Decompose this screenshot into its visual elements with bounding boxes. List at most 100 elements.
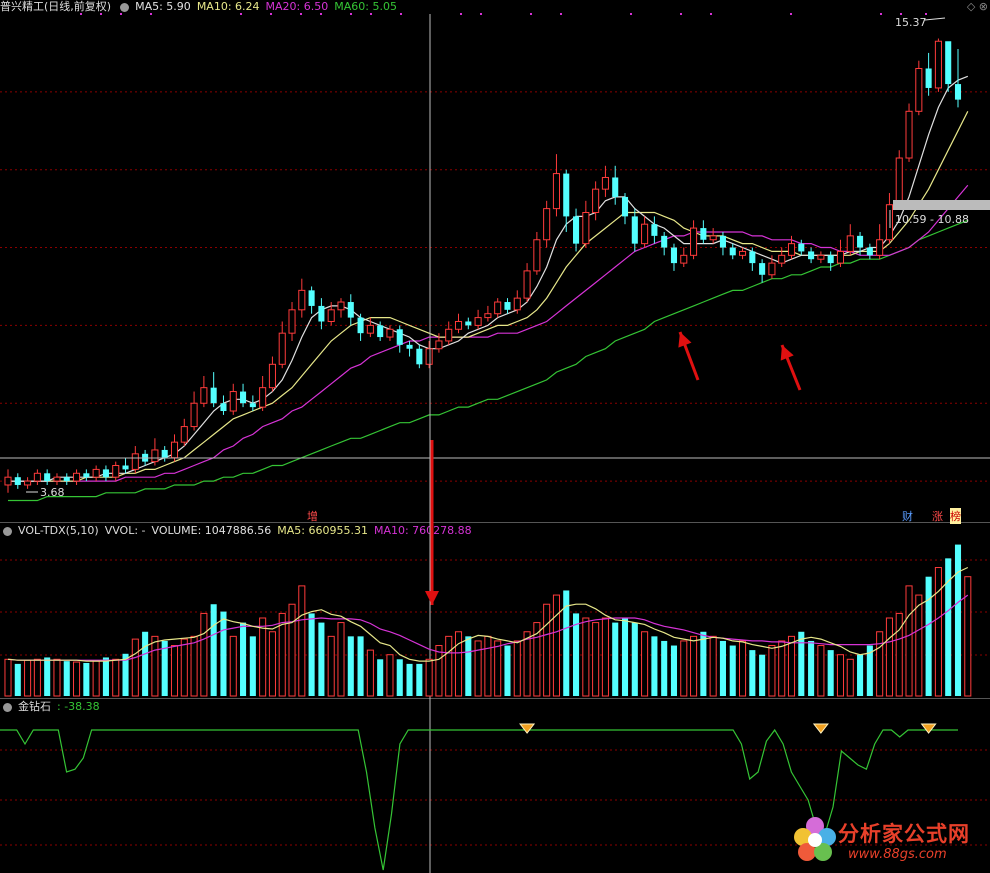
event-tag[interactable]: 增 — [307, 508, 318, 524]
candle-body — [778, 254, 786, 264]
volume-bar — [180, 638, 188, 697]
top-marker — [880, 13, 882, 15]
volume-bar — [14, 663, 21, 696]
cursor-price-label: 10.59 - 10.88 — [895, 213, 969, 226]
candle-body — [885, 204, 893, 241]
volume-bar — [190, 635, 198, 697]
candle-body — [102, 469, 109, 478]
volume-bar — [787, 635, 796, 697]
candle-body — [563, 173, 570, 217]
candle-body — [259, 387, 267, 408]
volume-bar — [454, 631, 463, 697]
candle-body — [220, 403, 227, 412]
volume-bar — [934, 567, 942, 697]
volume-bar — [298, 585, 306, 697]
top-marker — [710, 13, 712, 15]
volume-bar — [416, 663, 423, 696]
volume-bar — [513, 640, 521, 697]
candle-body — [670, 247, 678, 264]
volume-bar — [249, 636, 256, 696]
volume-bar — [465, 636, 472, 696]
top-marker — [240, 13, 242, 15]
candlestick-chart[interactable]: 15.37 3.68 10.59 - 10.88 — [0, 0, 990, 873]
candle-body — [621, 196, 629, 217]
event-tag[interactable]: 榜 — [950, 508, 961, 524]
flower-logo-icon — [794, 817, 836, 861]
volume-bar — [366, 649, 374, 697]
site-url: www.88gs.com — [848, 847, 947, 862]
candle-body — [700, 228, 707, 240]
candle-body — [131, 453, 139, 470]
candle-body — [945, 41, 952, 85]
candle-body — [895, 157, 903, 206]
top-marker — [630, 13, 632, 15]
candle-body — [601, 176, 609, 190]
candle-body — [513, 297, 521, 311]
volume-bar — [377, 659, 384, 696]
volume-bar — [739, 640, 747, 697]
volume-bar — [680, 640, 688, 697]
candle-body — [768, 262, 776, 276]
candle-body — [33, 472, 41, 482]
volume-bar — [964, 576, 972, 697]
event-tag[interactable]: 涨 — [932, 508, 943, 524]
candle-body — [494, 301, 502, 315]
volume-bar — [112, 658, 120, 697]
candle-body — [190, 402, 198, 428]
candle-body — [808, 251, 815, 260]
top-marker — [560, 13, 562, 15]
candle-body — [729, 247, 736, 256]
candle-body — [504, 302, 511, 310]
candle-body — [905, 110, 913, 159]
volume-bar — [151, 635, 159, 697]
volume-bar — [601, 617, 609, 697]
candle-body — [170, 441, 179, 459]
candle-body — [4, 476, 12, 486]
top-marker — [680, 13, 682, 15]
volume-bar — [552, 594, 560, 697]
volume-bar — [288, 603, 296, 697]
volume-bar — [102, 657, 109, 696]
volume-bar — [337, 622, 345, 697]
top-marker — [925, 13, 927, 15]
volume-bar — [749, 650, 756, 696]
volume-bar — [53, 658, 61, 697]
candle-body — [396, 329, 403, 345]
candle-body — [846, 235, 854, 252]
candle-body — [592, 188, 600, 214]
candle-body — [719, 235, 726, 248]
volume-bar — [240, 622, 247, 696]
top-marker — [320, 13, 322, 15]
candle-body — [308, 290, 315, 306]
candle-body — [386, 328, 394, 338]
candle-body — [465, 321, 472, 326]
volume-bar — [406, 663, 413, 696]
volume-bar — [24, 659, 32, 697]
volume-bar — [425, 658, 433, 697]
candle-body — [14, 477, 21, 485]
event-tag[interactable]: 财 — [902, 508, 913, 524]
high-price-label: 15.37 — [895, 16, 927, 29]
volume-bar — [719, 640, 726, 696]
volume-bar — [220, 611, 227, 696]
candle-body — [817, 254, 825, 260]
candle-body — [357, 317, 364, 334]
volume-bar — [259, 617, 267, 697]
candle-body — [915, 67, 923, 112]
candle-body — [876, 239, 884, 256]
volume-bar — [592, 622, 600, 697]
candle-body — [749, 251, 756, 264]
candle-body — [709, 235, 717, 241]
candle-body — [934, 40, 942, 89]
volume-bar — [631, 622, 638, 696]
volume-bar — [142, 631, 149, 696]
volume-bar — [651, 636, 658, 696]
volume-bar — [210, 604, 217, 696]
candle-body — [612, 177, 619, 197]
candle-body — [278, 332, 286, 365]
volume-bar — [308, 613, 315, 696]
candle-body — [229, 391, 237, 412]
ma10-line — [8, 111, 969, 482]
volume-bar — [641, 631, 649, 697]
top-marker — [350, 13, 352, 15]
